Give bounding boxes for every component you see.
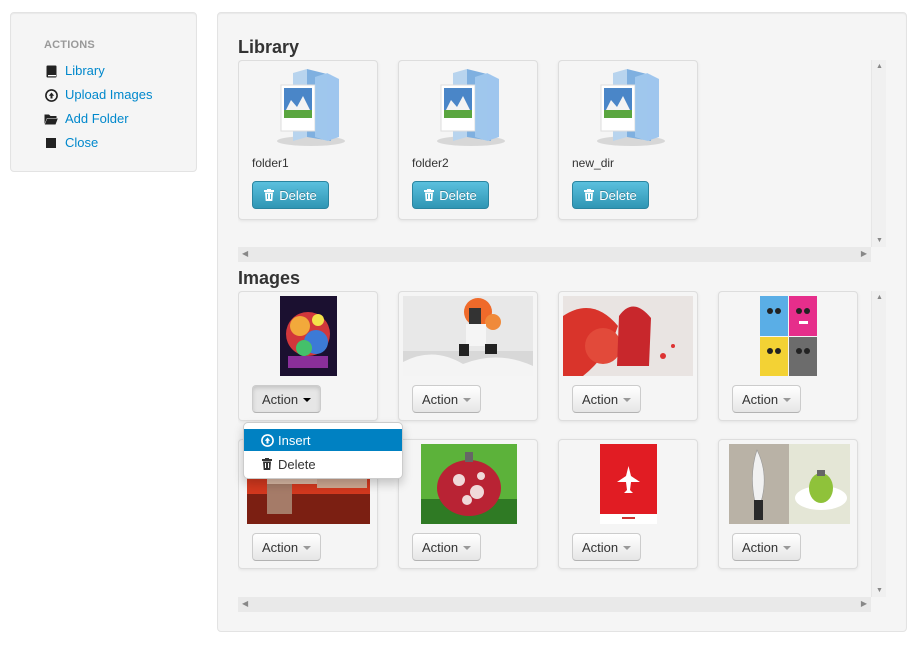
- image-thumbnail[interactable]: [563, 296, 693, 376]
- image-thumbnail[interactable]: [421, 444, 517, 524]
- sidebar-item-label: Close: [65, 135, 99, 150]
- main-panel: Library folder1 Delete folder2 Delete ne…: [217, 12, 907, 632]
- caret-down-icon: [303, 397, 312, 402]
- caret-down-icon: [783, 397, 792, 402]
- delete-label: Delete: [439, 187, 477, 203]
- menu-item-delete[interactable]: Delete: [244, 453, 402, 475]
- caret-down-icon: [623, 545, 632, 550]
- image-card[interactable]: Action: [718, 439, 858, 569]
- images-title: Images: [238, 268, 301, 288]
- action-label: Action: [742, 539, 779, 555]
- delete-folder-button[interactable]: Delete: [412, 181, 489, 209]
- action-dropdown-button[interactable]: Action: [412, 533, 482, 561]
- folder-name: new_dir: [572, 156, 615, 170]
- image-card[interactable]: Action: [238, 291, 378, 421]
- caret-down-icon: [623, 397, 632, 402]
- folder-icon: [277, 69, 345, 146]
- scroll-right-arrow-icon[interactable]: ▶: [861, 249, 867, 258]
- action-dropdown-button[interactable]: Action: [252, 385, 322, 413]
- scroll-left-arrow-icon[interactable]: ◀: [242, 249, 248, 258]
- trash-icon: [584, 189, 595, 201]
- action-label: Action: [582, 539, 619, 555]
- trash-icon: [264, 189, 275, 201]
- image-thumbnail[interactable]: [600, 444, 657, 524]
- stop-icon: [44, 136, 58, 150]
- folder-card[interactable]: folder2 Delete: [398, 60, 538, 220]
- library-title: Library: [238, 37, 300, 57]
- action-label: Action: [742, 391, 779, 407]
- delete-folder-button[interactable]: Delete: [252, 181, 329, 209]
- action-dropdown-button[interactable]: Action: [732, 533, 802, 561]
- sidebar-item-label: Add Folder: [65, 111, 129, 126]
- delete-folder-button[interactable]: Delete: [572, 181, 649, 209]
- image-card[interactable]: Action: [398, 439, 538, 569]
- image-card[interactable]: Action: [718, 291, 858, 421]
- book-icon: [44, 64, 58, 78]
- sidebar-item-add-folder[interactable]: Add Folder: [44, 109, 129, 129]
- folder-open-icon: [44, 112, 58, 126]
- folder-name: folder1: [252, 156, 289, 170]
- action-label: Action: [422, 391, 459, 407]
- folder-icon: [437, 69, 505, 146]
- folder-card[interactable]: new_dir Delete: [558, 60, 698, 220]
- caret-down-icon: [783, 545, 792, 550]
- folder-icon: [597, 69, 665, 146]
- sidebar-item-library[interactable]: Library: [44, 61, 105, 81]
- action-dropdown-button[interactable]: Action: [252, 533, 322, 561]
- action-dropdown-button[interactable]: Action: [732, 385, 802, 413]
- image-thumbnail[interactable]: [403, 296, 533, 376]
- scroll-left-arrow-icon[interactable]: ◀: [242, 599, 248, 608]
- scroll-right-arrow-icon[interactable]: ▶: [861, 599, 867, 608]
- image-card[interactable]: Action: [558, 439, 698, 569]
- caret-down-icon: [463, 545, 472, 550]
- folder-card[interactable]: folder1 Delete: [238, 60, 378, 220]
- image-card[interactable]: Action: [398, 291, 538, 421]
- action-dropdown-button[interactable]: Action: [572, 385, 642, 413]
- scroll-down-arrow-icon[interactable]: ▼: [876, 587, 883, 594]
- menu-item-insert[interactable]: Insert: [244, 429, 402, 451]
- trash-icon: [424, 189, 435, 201]
- delete-label: Delete: [279, 187, 317, 203]
- action-dropdown-button[interactable]: Action: [412, 385, 482, 413]
- sidebar-item-upload-images[interactable]: Upload Images: [44, 85, 152, 105]
- image-thumbnail[interactable]: [280, 296, 337, 376]
- delete-label: Delete: [599, 187, 637, 203]
- scroll-up-arrow-icon[interactable]: ▲: [876, 294, 883, 301]
- caret-down-icon: [303, 545, 312, 550]
- action-dropdown-menu: Insert Delete: [243, 422, 403, 479]
- action-label: Action: [262, 539, 299, 555]
- menu-item-label: Insert: [278, 432, 311, 448]
- image-thumbnail[interactable]: [729, 444, 850, 524]
- action-label: Action: [582, 391, 619, 407]
- library-horizontal-scrollbar[interactable]: ◀ ▶: [238, 247, 871, 262]
- menu-item-label: Delete: [278, 456, 316, 472]
- actions-sidebar: ACTIONS Library Upload Images Add Folder…: [10, 12, 197, 172]
- action-label: Action: [422, 539, 459, 555]
- folder-name: folder2: [412, 156, 449, 170]
- sidebar-item-label: Upload Images: [65, 87, 153, 102]
- sidebar-item-close[interactable]: Close: [44, 133, 98, 153]
- images-vertical-scrollbar[interactable]: ▲ ▼: [871, 291, 886, 597]
- caret-down-icon: [463, 397, 472, 402]
- images-horizontal-scrollbar[interactable]: ◀ ▶: [238, 597, 871, 612]
- action-label: Action: [262, 391, 299, 407]
- upload-icon: [260, 433, 274, 447]
- scroll-down-arrow-icon[interactable]: ▼: [876, 237, 883, 244]
- actions-header: ACTIONS: [44, 39, 95, 51]
- library-vertical-scrollbar[interactable]: ▲ ▼: [871, 60, 886, 247]
- action-dropdown-button[interactable]: Action: [572, 533, 642, 561]
- trash-icon: [260, 457, 274, 471]
- sidebar-item-label: Library: [65, 63, 105, 78]
- image-thumbnail[interactable]: [760, 296, 817, 376]
- library-scroll-area: folder1 Delete folder2 Delete new_dir De…: [238, 60, 888, 263]
- scroll-up-arrow-icon[interactable]: ▲: [876, 63, 883, 70]
- upload-icon: [44, 88, 58, 102]
- image-card[interactable]: Action: [558, 291, 698, 421]
